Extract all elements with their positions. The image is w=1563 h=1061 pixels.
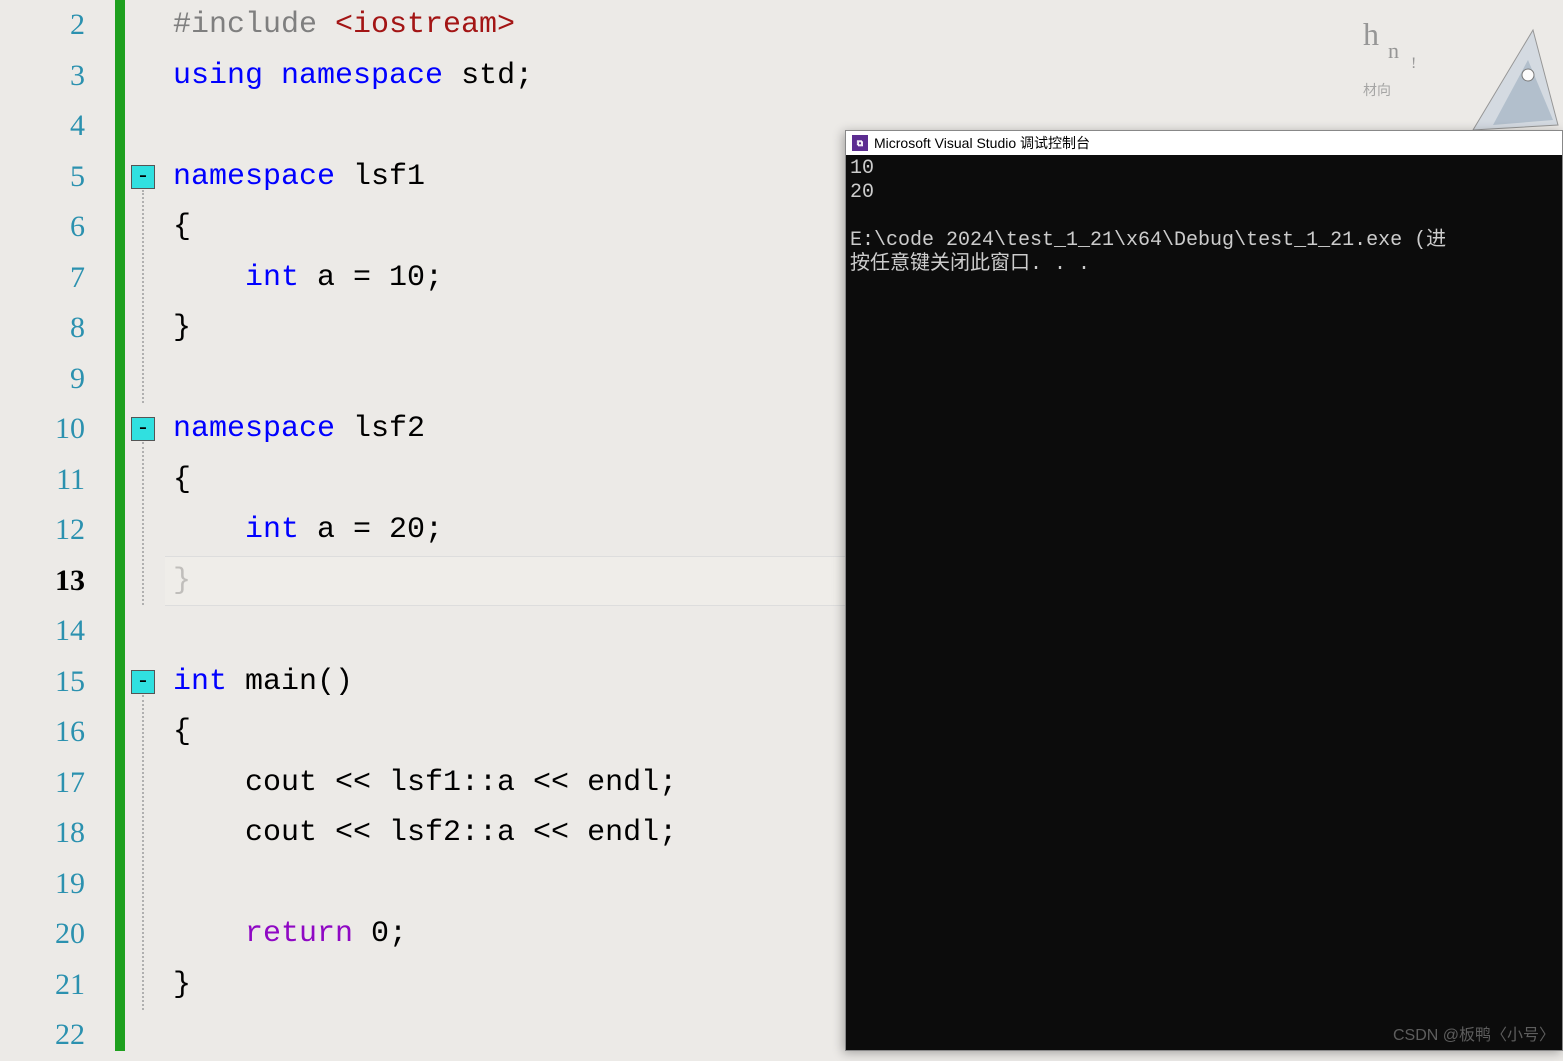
- line-number[interactable]: 2: [0, 0, 115, 51]
- change-indicator-bar: [115, 0, 125, 1051]
- code-line[interactable]: using namespace std;: [165, 51, 1563, 102]
- console-titlebar[interactable]: ⧉ Microsoft Visual Studio 调试控制台: [846, 131, 1562, 155]
- fold-toggle[interactable]: -: [131, 165, 155, 189]
- fold-guide: [142, 190, 144, 403]
- line-number[interactable]: 16: [0, 707, 115, 758]
- line-number[interactable]: 21: [0, 960, 115, 1011]
- line-number[interactable]: 22: [0, 1010, 115, 1061]
- line-number[interactable]: 8: [0, 303, 115, 354]
- line-number-current[interactable]: 13: [0, 556, 115, 607]
- line-number[interactable]: 5: [0, 152, 115, 203]
- fold-toggle[interactable]: -: [131, 670, 155, 694]
- line-number[interactable]: 14: [0, 606, 115, 657]
- line-number[interactable]: 20: [0, 909, 115, 960]
- line-number[interactable]: 7: [0, 253, 115, 304]
- console-title: Microsoft Visual Studio 调试控制台: [874, 133, 1090, 153]
- vs-icon: ⧉: [852, 135, 868, 151]
- console-output[interactable]: 10 20 E:\code 2024\test_1_21\x64\Debug\t…: [846, 155, 1562, 279]
- line-number[interactable]: 17: [0, 758, 115, 809]
- line-number[interactable]: 4: [0, 101, 115, 152]
- line-number[interactable]: 3: [0, 51, 115, 102]
- code-line[interactable]: #include <iostream>: [165, 0, 1563, 51]
- line-number[interactable]: 12: [0, 505, 115, 556]
- line-number[interactable]: 11: [0, 455, 115, 506]
- fold-toggle[interactable]: -: [131, 417, 155, 441]
- line-number-gutter: 2 3 4 5 6 7 8 9 10 11 12 13 14 15 16 17 …: [0, 0, 115, 1051]
- line-number[interactable]: 6: [0, 202, 115, 253]
- line-number[interactable]: 10: [0, 404, 115, 455]
- line-number[interactable]: 19: [0, 859, 115, 910]
- line-number[interactable]: 18: [0, 808, 115, 859]
- fold-guide: [142, 695, 144, 1010]
- fold-guide: [142, 442, 144, 605]
- debug-console-window[interactable]: ⧉ Microsoft Visual Studio 调试控制台 10 20 E:…: [845, 130, 1563, 1051]
- fold-column: - - -: [125, 0, 165, 1051]
- line-number[interactable]: 9: [0, 354, 115, 405]
- line-number[interactable]: 15: [0, 657, 115, 708]
